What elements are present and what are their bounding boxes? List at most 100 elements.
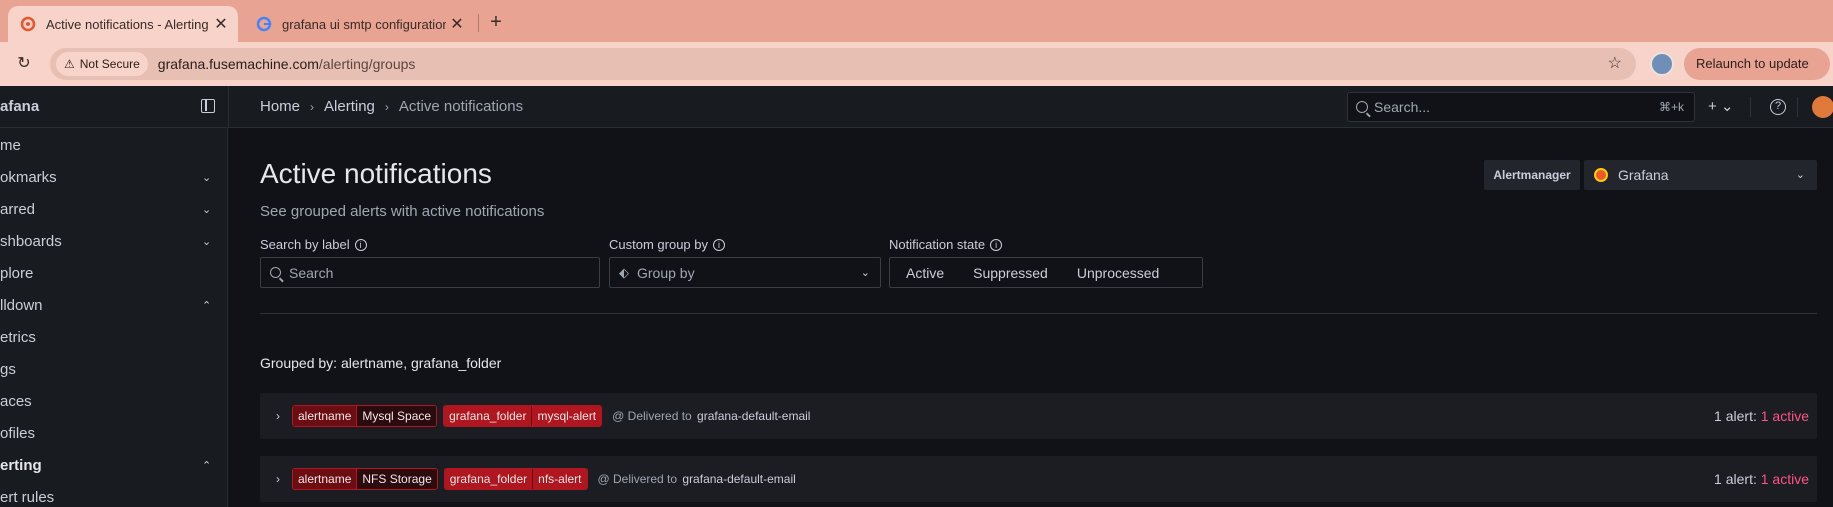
info-icon[interactable]: i [713,238,725,251]
profile-avatar[interactable] [1650,52,1674,76]
filter-label-text: Notification state [889,237,986,252]
tab-divider [478,14,479,32]
sidebar-nav: me okmarks ⌄ arred ⌄ shboards ⌄ plore lldow… [0,128,228,507]
sidebar-item-label: okmarks [0,169,57,186]
label-value: mysql-alert [531,406,602,426]
label-value: nfs-alert [532,469,587,489]
alertmanager-value: Grafana [1618,167,1669,183]
delivery-info: @ Delivered to grafana-default-email [612,409,810,423]
search-placeholder: Search... [1374,99,1431,115]
close-tab-icon[interactable]: ✕ [446,14,468,34]
sidebar-item-label: ert rules [0,489,55,506]
tag-icon: ⬖ [619,264,629,280]
breadcrumb-current: Active notifications [398,98,524,115]
sidebar-item-dashboards[interactable]: shboards ⌄ [0,226,227,258]
delivery-info: @ Delivered to grafana-default-email [598,472,796,486]
sidebar-item-alert-rules[interactable]: ert rules [0,482,227,507]
chevron-right-icon: › [310,99,315,114]
sidebar-item-starred[interactable]: arred ⌄ [0,194,227,226]
grafana-logo-icon [1594,168,1608,182]
address-bar[interactable]: ⚠ Not Secure grafana.fusemachine.com/ale… [50,48,1636,80]
sidebar-item-alerting[interactable]: erting ⌃ [0,450,227,482]
bookmark-star-icon[interactable]: ☆ [1608,53,1622,73]
sidebar-item-label: shboards [0,233,62,250]
alert-count-prefix: 1 alert: [1714,408,1757,424]
chevron-down-icon[interactable]: ⌄ [202,226,211,258]
chevron-down-icon: ⌄ [860,267,870,279]
search-placeholder: Search [289,264,334,281]
browser-tab-active[interactable]: Active notifications - Alerting ✕ [8,6,238,42]
help-icon[interactable]: ? [1770,99,1786,115]
chevron-right-icon: › [384,99,389,114]
chevron-right-icon[interactable]: › [276,409,280,423]
url-path: /alerting/groups [318,56,416,72]
sidebar-item-label: plore [0,265,34,282]
chevron-down-icon[interactable]: ⌄ [202,162,211,194]
filter-label-text: Custom group by [609,237,708,252]
relaunch-label: Relaunch to update [1696,56,1809,71]
breadcrumb-alerting[interactable]: Alerting [324,98,375,115]
chevron-down-icon: ⌄ [1795,169,1805,181]
sidebar-item-profiles[interactable]: ofiles [0,418,227,450]
browser-tab[interactable]: grafana ui smtp configuration ✕ [244,6,474,42]
new-tab-button[interactable]: + [482,8,510,36]
grafana-topbar: afana Home › Alerting › Active notificat… [0,86,1833,128]
breadcrumb-home[interactable]: Home [260,98,300,115]
sidebar-item-label: arred [0,201,36,218]
state-option-suppressed[interactable]: Suppressed [957,265,1061,281]
alert-group-row[interactable]: › alertname NFS Storage grafana_folder n… [260,456,1817,502]
info-icon[interactable]: i [990,238,1003,251]
chevron-down-icon[interactable]: ⌄ [202,194,211,226]
browser-toolbar: ↻ ⚠ Not Secure grafana.fusemachine.com/a… [0,42,1833,86]
group-by-select[interactable]: ⬖ Group by ⌄ [609,257,881,288]
label-key: alertname [293,469,357,489]
relaunch-button[interactable]: Relaunch to update [1684,48,1830,80]
state-option-active[interactable]: Active [890,265,957,281]
divider [228,86,229,128]
tab-title: Active notifications - Alerting [46,16,209,32]
search-icon [1356,101,1368,113]
security-chip[interactable]: ⚠ Not Secure [56,52,148,76]
label-search-input[interactable]: Search [260,257,600,288]
dock-menu-icon[interactable] [201,99,215,113]
close-tab-icon[interactable]: ✕ [210,14,232,34]
chevron-up-icon[interactable]: ⌃ [202,290,211,322]
label-chip: alertname Mysql Space [292,405,438,427]
sidebar-item-logs[interactable]: gs [0,354,227,386]
info-icon[interactable]: i [354,238,367,251]
sidebar-item-label: erting [0,457,42,474]
user-avatar[interactable] [1812,96,1833,118]
label-chip: grafana_folder mysql-alert [443,405,603,427]
sidebar-item-traces[interactable]: aces [0,386,227,418]
brand-name[interactable]: afana [0,98,39,115]
grafana-favicon-icon [20,16,36,32]
chevron-up-icon[interactable]: ⌃ [202,450,211,482]
label-chip: alertname NFS Storage [292,468,438,490]
search-icon [270,267,281,278]
label-value: Mysql Space [356,406,437,426]
warning-icon: ⚠ [64,57,75,71]
group-by-placeholder: Group by [637,264,695,281]
custom-group-by-label: Custom group by i [609,237,725,252]
grouped-by-text: Grouped by: alertname, grafana_folder [260,355,502,371]
alertmanager-select[interactable]: Grafana ⌄ [1584,160,1817,190]
reload-icon[interactable]: ↻ [12,52,36,76]
delivered-prefix: @ Delivered to [597,472,678,486]
sidebar-item-home[interactable]: me [0,130,227,162]
sidebar-item-metrics[interactable]: etrics [0,322,227,354]
alertmanager-label: Alertmanager [1484,160,1580,190]
receiver-name: grafana-default-email [697,409,811,423]
state-option-unprocessed[interactable]: Unprocessed [1061,265,1173,281]
active-count: 1 active [1760,408,1809,424]
alert-group-row[interactable]: › alertname Mysql Space grafana_folder m… [260,393,1817,439]
delivered-prefix: @ Delivered to [612,409,692,423]
chevron-right-icon[interactable]: › [276,472,280,486]
sidebar-item-bookmarks[interactable]: okmarks ⌄ [0,162,227,194]
alert-count: 1 alert: 1 active [1714,471,1809,487]
add-new-button[interactable]: + ⌄ [1708,97,1734,115]
label-key: alertname [293,406,357,426]
global-search-input[interactable]: Search... ⌘+k [1347,92,1695,122]
sidebar-item-explore[interactable]: plore [0,258,227,290]
sidebar-item-drilldown[interactable]: lldown ⌃ [0,290,227,322]
page-subtitle: See grouped alerts with active notificat… [260,203,545,220]
